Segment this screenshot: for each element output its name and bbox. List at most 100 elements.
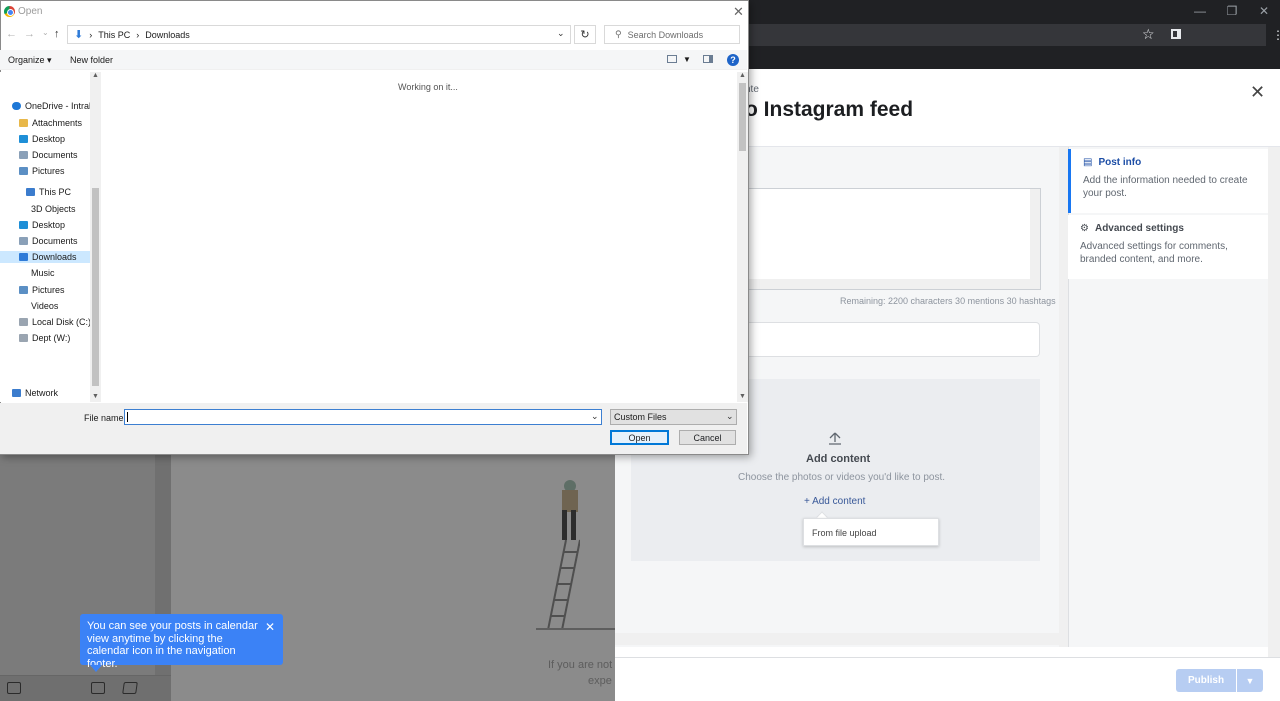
tree-item-dept-w[interactable]: Dept (W:): [19, 332, 70, 344]
back-arrow-icon[interactable]: ←: [6, 28, 17, 40]
address-history-icon[interactable]: ⌄: [557, 28, 565, 39]
dialog-address-bar[interactable]: ⬇ › This PC › Downloads: [67, 25, 571, 44]
drive-icon: [19, 334, 28, 342]
file-list-scroll-thumb[interactable]: [739, 83, 746, 151]
tree-item-documents[interactable]: Documents: [19, 235, 78, 247]
refresh-button[interactable]: ↻: [574, 25, 596, 44]
caption-vertical-scrollbar[interactable]: [1030, 189, 1040, 289]
view-options-icon[interactable]: [667, 55, 677, 63]
tree-item-pictures[interactable]: Pictures: [19, 165, 65, 177]
posts-icon[interactable]: [122, 682, 138, 694]
main-horizontal-scrollbar[interactable]: [615, 633, 1059, 645]
publish-options-icon[interactable]: ▼: [1237, 669, 1263, 692]
composer-close-icon[interactable]: ✕: [1250, 82, 1265, 103]
breadcrumb-this-pc[interactable]: This PC: [98, 30, 130, 40]
post-info-desc: Add the information needed to create you…: [1083, 175, 1248, 199]
open-button[interactable]: Open: [610, 430, 669, 445]
window-controls: — ❐ ✕: [1184, 0, 1280, 22]
from-file-upload-item[interactable]: From file upload: [803, 518, 939, 546]
file-type-dropdown-icon[interactable]: ⌄: [726, 411, 734, 422]
up-arrow-icon[interactable]: ↑: [54, 28, 60, 40]
recent-locations-icon[interactable]: ⌄: [42, 28, 49, 37]
tree-item-music[interactable]: Music: [31, 267, 55, 279]
file-type-select[interactable]: Custom Files: [610, 409, 737, 425]
tree-item-label: Desktop: [32, 220, 66, 230]
navigation-scroll-thumb[interactable]: [92, 188, 99, 386]
dialog-search-input[interactable]: ⚲ Search Downloads: [604, 25, 740, 44]
tree-item-label: Attachments: [32, 118, 83, 128]
file-scroll-up-icon[interactable]: ▲: [739, 72, 746, 79]
tree-item-label: Local Disk (C:): [32, 317, 92, 327]
sidebar-item-advanced-settings[interactable]: ⚙ Advanced settings Advanced settings fo…: [1068, 215, 1268, 279]
publish-button[interactable]: Publish: [1176, 669, 1236, 692]
documents-icon: [19, 237, 28, 245]
scroll-up-icon[interactable]: ▲: [92, 72, 99, 79]
tree-item-pictures[interactable]: Pictures: [19, 284, 65, 296]
advanced-settings-desc: Advanced settings for comments, branded …: [1080, 241, 1228, 265]
side-vertical-scrollbar[interactable]: [1268, 147, 1280, 657]
view-options-dropdown-icon[interactable]: ▼: [683, 55, 691, 64]
add-content-button[interactable]: + Add content: [804, 496, 865, 507]
composer-field[interactable]: [745, 322, 1040, 357]
tooltip-close-icon[interactable]: ✕: [265, 621, 275, 634]
tree-item-documents[interactable]: Documents: [19, 149, 78, 161]
empty-state-hint: If you are not s expe: [548, 659, 621, 687]
caption-textarea[interactable]: [745, 188, 1041, 290]
chrome-logo-icon: [4, 6, 15, 17]
address-bar[interactable]: [748, 24, 1266, 46]
forward-arrow-icon[interactable]: →: [24, 28, 35, 40]
tree-item-desktop[interactable]: Desktop: [19, 219, 65, 231]
tree-item-label: Documents: [32, 236, 78, 246]
sidebar-toggle-icon[interactable]: [7, 682, 21, 694]
browser-menu-icon[interactable]: ⋮: [1272, 28, 1280, 42]
side-panel-icon[interactable]: [1171, 29, 1181, 39]
tree-item-onedrive-intralin[interactable]: OneDrive - Intralin: [12, 100, 98, 112]
dialog-close-icon[interactable]: ✕: [733, 4, 744, 20]
search-placeholder: Search Downloads: [627, 29, 704, 40]
tooltip-text: You can see your posts in calendar view …: [87, 620, 258, 670]
tree-item-attachments[interactable]: Attachments: [19, 117, 82, 129]
help-icon[interactable]: ?: [727, 54, 739, 66]
filename-history-icon[interactable]: ⌄: [591, 411, 599, 422]
tree-item-label: Pictures: [32, 166, 65, 176]
tree-item-label: Videos: [31, 301, 59, 311]
restore-button[interactable]: ❐: [1216, 0, 1248, 22]
desktop-icon: [19, 221, 28, 229]
tree-item-videos[interactable]: Videos: [31, 300, 58, 312]
drive-icon: [19, 318, 28, 326]
post-info-icon: ▤: [1083, 157, 1093, 168]
file-scroll-down-icon[interactable]: ▼: [739, 393, 746, 400]
sidebar-item-post-info[interactable]: ▤ Post info Add the information needed t…: [1068, 149, 1268, 213]
upload-icon: [829, 432, 841, 445]
tree-item-desktop[interactable]: Desktop: [19, 133, 65, 145]
calendar-tooltip: You can see your posts in calendar view …: [80, 614, 283, 670]
text-cursor: [127, 412, 128, 422]
bookmark-star-icon[interactable]: ☆: [1142, 26, 1155, 43]
tree-item-downloads[interactable]: Downloads: [0, 251, 90, 263]
filename-input[interactable]: [124, 409, 602, 425]
tree-item-network[interactable]: Network: [12, 387, 58, 399]
tree-item-label: Pictures: [32, 285, 65, 295]
organize-button[interactable]: Organize ▾: [8, 55, 52, 66]
main-vertical-scrollbar[interactable]: [1059, 147, 1068, 647]
tree-item-this-pc[interactable]: This PC: [26, 186, 71, 198]
tree-item-3d-objects[interactable]: 3D Objects: [31, 203, 76, 215]
downloads-location-icon: ⬇: [74, 29, 84, 41]
preview-pane-icon[interactable]: [703, 55, 713, 63]
scroll-down-icon[interactable]: ▼: [92, 393, 99, 400]
minimize-button[interactable]: —: [1184, 0, 1216, 22]
illustration-floor: [536, 628, 615, 630]
new-folder-button[interactable]: New folder: [70, 55, 113, 65]
pictures-icon: [19, 286, 28, 294]
tree-item-label: Dept (W:): [32, 333, 71, 343]
remaining-counter: Remaining: 2200 characters 30 mentions 3…: [840, 296, 1056, 306]
breadcrumb-downloads[interactable]: Downloads: [145, 30, 190, 40]
tree-item-local-disk-c[interactable]: Local Disk (C:): [19, 316, 91, 328]
close-window-button[interactable]: ✕: [1248, 0, 1280, 22]
add-content-title: Add content: [806, 453, 871, 465]
composer-footer-divider: [615, 657, 1280, 658]
tree-item-label: Desktop: [32, 134, 66, 144]
caption-horizontal-scrollbar[interactable]: [746, 279, 1040, 289]
calendar-grid-icon[interactable]: [91, 682, 105, 694]
cancel-button[interactable]: Cancel: [679, 430, 736, 445]
